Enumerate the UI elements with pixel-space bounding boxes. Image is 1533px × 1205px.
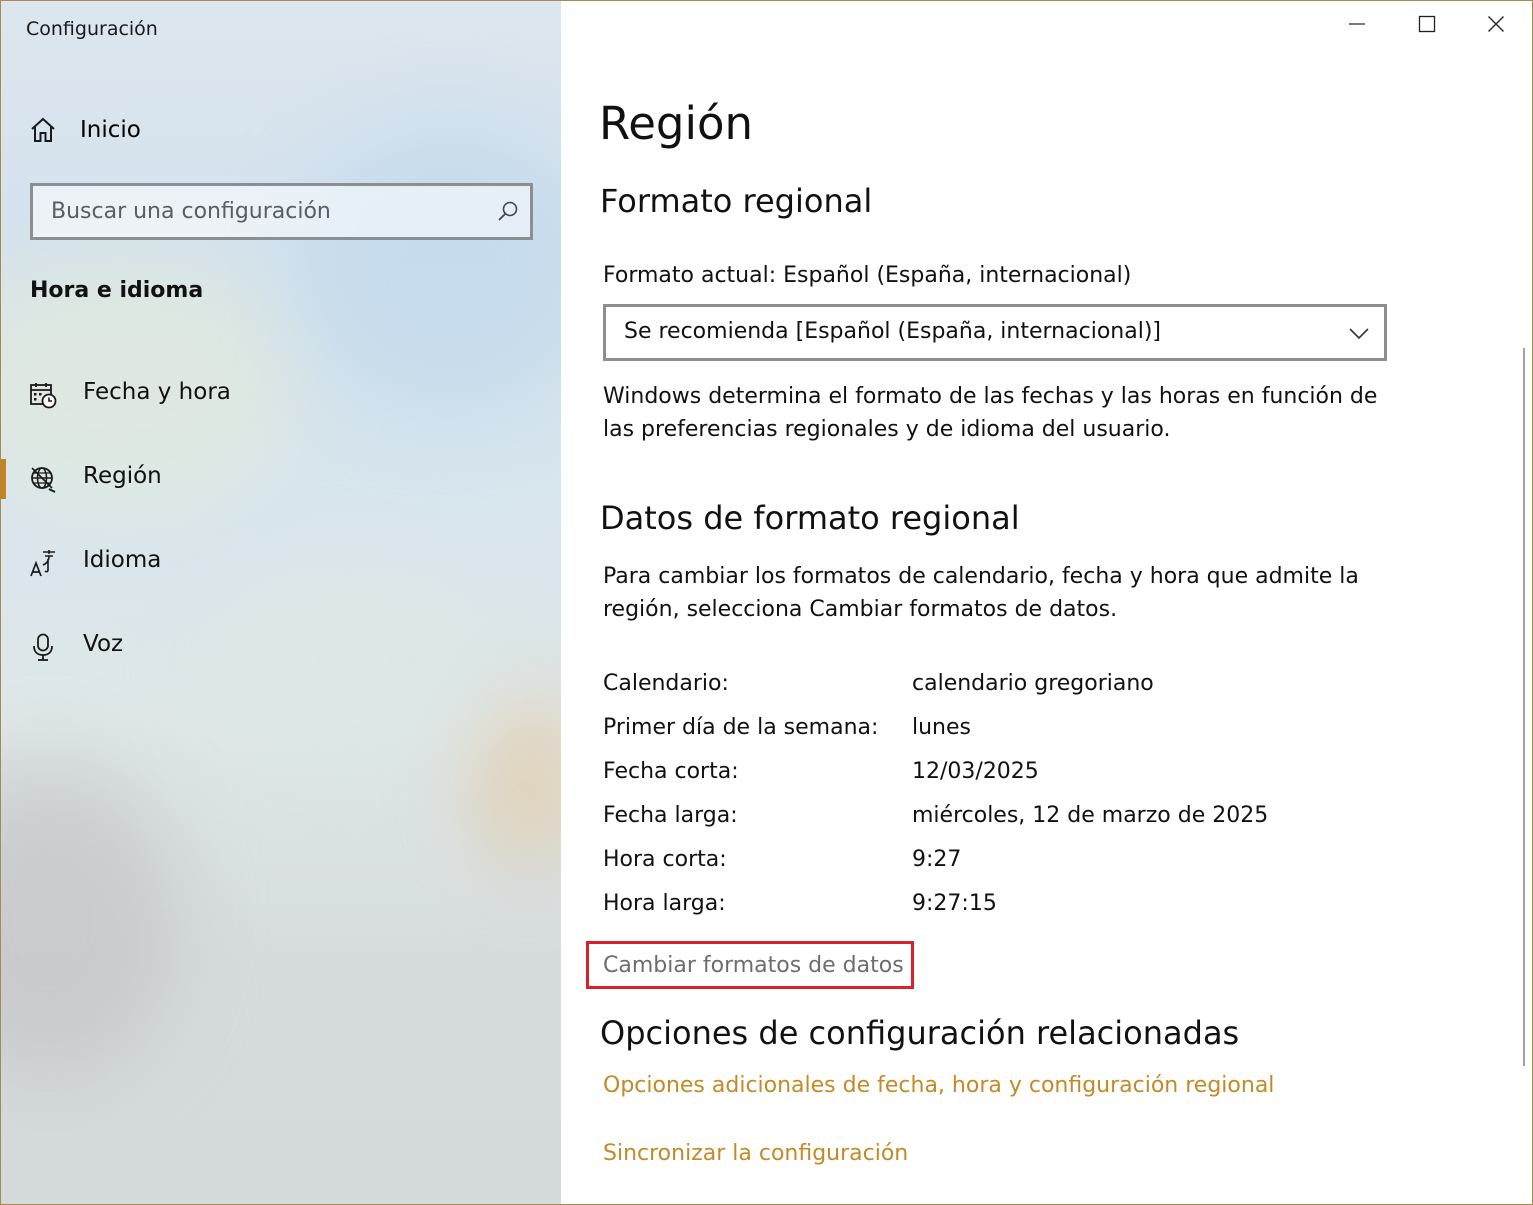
sidebar: Configuración Inicio Hora e idioma xyxy=(0,0,561,1205)
row-value-short-date: 12/03/2025 xyxy=(912,759,1039,784)
row-label-long-date: Fecha larga: xyxy=(603,803,738,828)
format-data-description-1: Para cambiar los formatos de calendario,… xyxy=(603,564,1359,589)
row-value-short-time: 9:27 xyxy=(912,847,962,872)
microphone-icon xyxy=(29,633,57,661)
nav-home[interactable]: Inicio xyxy=(28,108,428,152)
sidebar-item-label: Fecha y hora xyxy=(83,379,231,405)
additional-date-time-regional-link[interactable]: Opciones adicionales de fecha, hora y co… xyxy=(603,1073,1274,1098)
regional-format-dropdown[interactable]: Se recomienda [Español (España, internac… xyxy=(603,304,1387,361)
close-button[interactable] xyxy=(1462,0,1530,52)
sidebar-item-region[interactable]: Región xyxy=(0,449,560,509)
home-icon xyxy=(28,115,58,145)
settings-window: Configuración Inicio Hora e idioma xyxy=(0,0,1533,1205)
nav-home-label: Inicio xyxy=(80,117,141,143)
row-label-calendar: Calendario: xyxy=(603,671,729,696)
format-data-heading: Datos de formato regional xyxy=(600,499,1020,537)
current-format-label: Formato actual: Español (España, interna… xyxy=(603,263,1132,288)
app-title: Configuración xyxy=(26,18,158,40)
page-title: Región xyxy=(599,97,754,150)
sidebar-item-fecha-y-hora[interactable]: Fecha y hora xyxy=(0,365,560,425)
sidebar-item-voz[interactable]: Voz xyxy=(0,617,560,677)
row-label-short-time: Hora corta: xyxy=(603,847,727,872)
search-icon[interactable] xyxy=(496,199,520,223)
row-value-first-day: lunes xyxy=(912,715,971,740)
search-input[interactable] xyxy=(33,186,491,237)
section-heading: Hora e idioma xyxy=(30,278,204,303)
maximize-button[interactable] xyxy=(1393,0,1461,52)
change-data-formats-link[interactable]: Cambiar formatos de datos xyxy=(603,953,904,978)
row-value-long-time: 9:27:15 xyxy=(912,891,997,916)
sync-settings-link[interactable]: Sincronizar la configuración xyxy=(603,1141,908,1166)
row-label-first-day: Primer día de la semana: xyxy=(603,715,879,740)
chevron-down-icon xyxy=(1348,322,1370,344)
regional-format-description-2: las preferencias regionales y de idioma … xyxy=(603,417,1171,442)
sidebar-item-label: Voz xyxy=(83,631,124,657)
close-icon xyxy=(1487,15,1505,37)
row-label-short-date: Fecha corta: xyxy=(603,759,739,784)
regional-format-description-1: Windows determina el formato de las fech… xyxy=(603,384,1378,409)
row-value-long-date: miércoles, 12 de marzo de 2025 xyxy=(912,803,1269,828)
search-box[interactable] xyxy=(30,183,533,240)
related-settings-heading: Opciones de configuración relacionadas xyxy=(600,1014,1240,1052)
regional-format-heading: Formato regional xyxy=(600,182,873,220)
format-data-description-2: región, selecciona Cambiar formatos de d… xyxy=(603,597,1118,622)
globe-icon xyxy=(29,465,57,493)
sidebar-item-label: Región xyxy=(83,463,162,489)
calendar-clock-icon xyxy=(29,381,57,409)
row-value-calendar: calendario gregoriano xyxy=(912,671,1154,696)
dropdown-value: Se recomienda [Español (España, internac… xyxy=(624,319,1161,344)
sidebar-item-idioma[interactable]: Idioma xyxy=(0,533,560,593)
minimize-icon xyxy=(1348,15,1366,37)
scrollbar[interactable] xyxy=(1523,348,1525,1066)
sidebar-item-label: Idioma xyxy=(83,547,162,573)
row-label-long-time: Hora larga: xyxy=(603,891,726,916)
language-icon xyxy=(29,549,57,577)
selected-indicator xyxy=(0,459,6,499)
main-content: Región Formato regional Formato actual: … xyxy=(561,0,1533,1205)
maximize-icon xyxy=(1418,15,1436,37)
minimize-button[interactable] xyxy=(1323,0,1391,52)
